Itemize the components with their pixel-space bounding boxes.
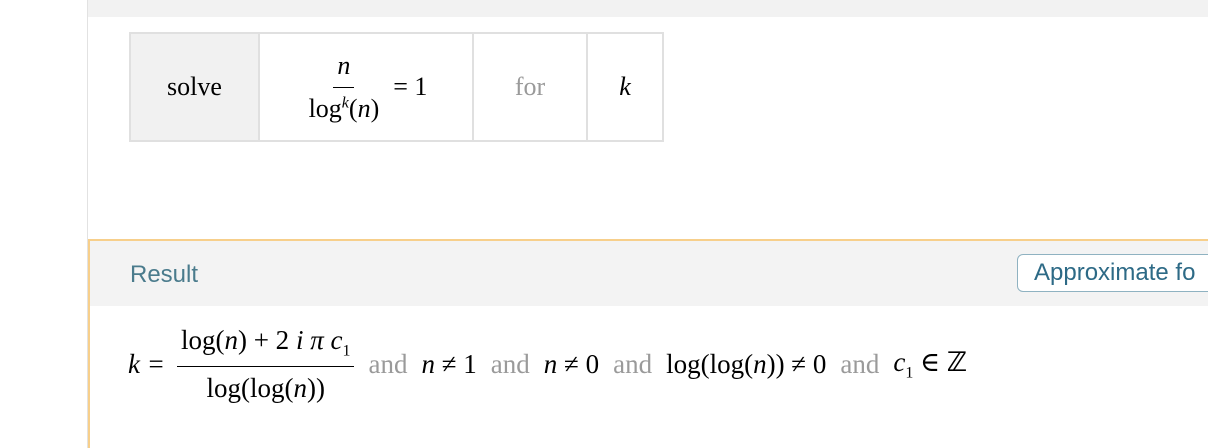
condition-loglog-not-0: log(log(n)) ≠ 0 bbox=[666, 349, 827, 380]
equation: n logk(n) = 1 bbox=[305, 51, 428, 124]
integers-symbol: ℤ bbox=[946, 347, 968, 378]
for-cell: for bbox=[472, 32, 588, 142]
and-connector: and bbox=[490, 349, 530, 380]
for-label: for bbox=[514, 72, 546, 101]
approximate-form-button[interactable]: Approximate fo bbox=[1017, 254, 1208, 292]
input-interpretation-table: solve n logk(n) = 1 for k bbox=[129, 32, 664, 142]
result-expression: k = log(n) + 2 i π c1 log(log(n)) and n … bbox=[128, 325, 967, 404]
result-pod-header: Result Approximate fo bbox=[90, 241, 1208, 306]
and-connector: and bbox=[368, 349, 408, 380]
result-fraction: log(n) + 2 i π c1 log(log(n)) bbox=[176, 325, 355, 404]
and-connector: and bbox=[840, 349, 880, 380]
equation-cell: n logk(n) = 1 bbox=[258, 32, 474, 142]
condition-n-not-0: n ≠ 0 bbox=[543, 349, 600, 380]
previous-pod-footer bbox=[88, 0, 1208, 17]
variable-label: k bbox=[619, 72, 631, 101]
condition-c1-integer: c1 ∈ ℤ bbox=[893, 347, 968, 382]
equation-fraction: n logk(n) bbox=[305, 51, 384, 124]
variable-cell: k bbox=[586, 32, 664, 142]
result-title: Result bbox=[130, 261, 199, 288]
result-lhs: k = bbox=[128, 349, 165, 380]
result-numerator: log(n) + 2 i π c1 bbox=[176, 325, 355, 368]
result-denominator: log(log(n)) bbox=[206, 373, 325, 404]
and-connector: and bbox=[613, 349, 653, 380]
command-cell: solve bbox=[129, 32, 260, 142]
result-pod: Result Approximate fo k = log(n) + 2 i π… bbox=[88, 239, 1208, 448]
log-exponent: k bbox=[341, 93, 349, 111]
equation-denominator: logk(n) bbox=[305, 88, 384, 124]
condition-n-not-1: n ≠ 1 bbox=[421, 349, 477, 380]
left-gutter bbox=[0, 0, 88, 448]
equation-rhs: = 1 bbox=[393, 72, 428, 101]
equation-numerator: n bbox=[333, 51, 355, 88]
command-label: solve bbox=[167, 72, 222, 101]
log-fn: log bbox=[308, 93, 342, 123]
log-arg: (n) bbox=[348, 93, 380, 123]
